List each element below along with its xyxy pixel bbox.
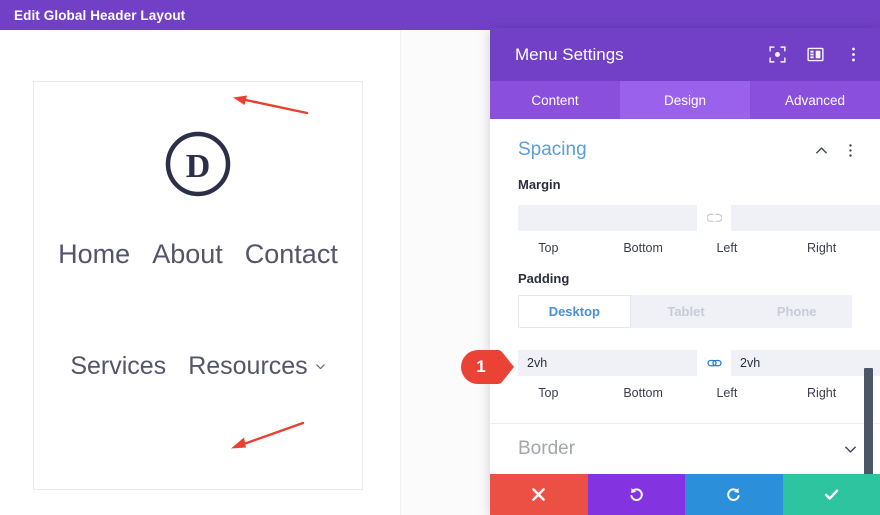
margin-field-group: Margin Top Bottom Left Right bbox=[490, 161, 880, 255]
padding-top-label: Top bbox=[538, 386, 559, 400]
admin-topbar: Edit Global Header Layout bbox=[0, 0, 880, 30]
save-button[interactable] bbox=[782, 474, 880, 515]
border-section-title: Border bbox=[518, 438, 576, 459]
logo-container: D bbox=[34, 128, 362, 200]
spacing-section-title: Spacing bbox=[518, 139, 587, 160]
kebab-menu-icon[interactable] bbox=[843, 143, 858, 158]
settings-scrollbar-track[interactable] bbox=[864, 123, 877, 494]
border-section-header[interactable]: Border bbox=[490, 423, 880, 474]
preview-menu-row-secondary: Services Resources bbox=[34, 352, 362, 381]
margin-top-bottom-link-button[interactable] bbox=[697, 205, 731, 231]
undo-arrow-icon bbox=[630, 488, 643, 501]
padding-top-bottom-link-button[interactable] bbox=[697, 350, 731, 376]
tab-advanced[interactable]: Advanced bbox=[750, 81, 880, 119]
margin-label: Margin bbox=[518, 177, 561, 192]
kebab-menu-icon[interactable] bbox=[845, 46, 862, 63]
canvas-gutter bbox=[400, 30, 490, 515]
tab-content[interactable]: Content bbox=[490, 81, 620, 119]
responsive-button-phone[interactable]: Phone bbox=[741, 295, 852, 328]
padding-label: Padding bbox=[518, 271, 570, 286]
responsive-button-tablet[interactable]: Tablet bbox=[631, 295, 742, 328]
padding-left-label: Left bbox=[716, 386, 738, 400]
chevron-up-icon[interactable] bbox=[814, 143, 829, 158]
padding-responsive-toggle: Desktop Tablet Phone bbox=[518, 295, 852, 328]
margin-top-input[interactable] bbox=[518, 205, 697, 231]
redo-button[interactable] bbox=[685, 474, 783, 515]
screen-root: Edit Global Header Layout D Home About C… bbox=[0, 0, 880, 515]
preview-menu-item-resources-label: Resources bbox=[188, 352, 308, 380]
margin-labels-row: Top Bottom Left Right bbox=[518, 241, 852, 255]
preview-menu-item-resources[interactable]: Resources bbox=[188, 352, 326, 381]
padding-top-bottom-pair bbox=[518, 350, 880, 376]
modal-action-bar bbox=[490, 474, 880, 515]
modal-header: Menu Settings bbox=[490, 28, 880, 81]
step-badge-1: 1 bbox=[459, 348, 515, 386]
preview-menu-item-services[interactable]: Services bbox=[70, 352, 166, 381]
broken-link-icon bbox=[706, 213, 722, 222]
chevron-down-icon[interactable] bbox=[843, 442, 858, 457]
layout-panel-icon[interactable] bbox=[807, 46, 824, 63]
page-title: Edit Global Header Layout bbox=[14, 7, 186, 23]
check-icon bbox=[824, 489, 838, 500]
divi-logo-icon: D bbox=[165, 131, 231, 197]
modal-tabs: Content Design Advanced bbox=[490, 81, 880, 119]
close-x-icon bbox=[532, 488, 546, 501]
margin-top-label: Top bbox=[538, 241, 559, 255]
margin-left-label: Left bbox=[716, 241, 738, 255]
annotation-arrow-bottom bbox=[231, 421, 305, 449]
svg-text:D: D bbox=[186, 148, 211, 185]
margin-right-label: Right bbox=[807, 241, 837, 255]
modal-body: Spacing Margin Top Bottom Left Right Pad… bbox=[490, 119, 880, 474]
focus-target-icon[interactable] bbox=[769, 46, 786, 63]
margin-bottom-label: Bottom bbox=[623, 241, 663, 255]
linked-chain-icon bbox=[706, 359, 722, 367]
chevron-down-icon bbox=[315, 364, 325, 370]
preview-menu-item-home[interactable]: Home bbox=[58, 239, 130, 270]
tab-design[interactable]: Design bbox=[620, 81, 750, 119]
padding-right-label: Right bbox=[807, 386, 837, 400]
padding-field-group: Padding Desktop Tablet Phone 2vh 2vh Top… bbox=[490, 255, 880, 400]
margin-bottom-input[interactable] bbox=[731, 205, 880, 231]
cancel-button[interactable] bbox=[490, 474, 588, 515]
preview-menu-row-primary: Home About Contact bbox=[34, 239, 362, 270]
responsive-button-desktop[interactable]: Desktop bbox=[518, 295, 631, 328]
modal-title: Menu Settings bbox=[515, 44, 624, 64]
step-badge-number: 1 bbox=[476, 357, 486, 376]
padding-inputs-row bbox=[518, 346, 880, 380]
margin-top-bottom-pair bbox=[518, 205, 880, 231]
padding-bottom-label: Bottom bbox=[623, 386, 663, 400]
menu-settings-modal: Menu Settings Content Design Advanced Sp… bbox=[490, 28, 880, 515]
spacing-section-header[interactable]: Spacing bbox=[490, 119, 880, 161]
modal-header-icons bbox=[769, 46, 862, 63]
preview-menu-item-contact[interactable]: Contact bbox=[245, 239, 338, 270]
preview-menu-item-about[interactable]: About bbox=[152, 239, 223, 270]
redo-arrow-icon bbox=[727, 488, 740, 501]
annotation-arrow-top bbox=[233, 95, 309, 115]
undo-button[interactable] bbox=[587, 474, 685, 515]
padding-labels-row: Top Bottom Left Right bbox=[518, 386, 852, 400]
padding-top-input[interactable] bbox=[518, 350, 697, 376]
margin-inputs-row bbox=[518, 201, 880, 235]
padding-bottom-input[interactable] bbox=[731, 350, 880, 376]
header-module-preview[interactable]: D Home About Contact Services Resources bbox=[33, 81, 363, 490]
